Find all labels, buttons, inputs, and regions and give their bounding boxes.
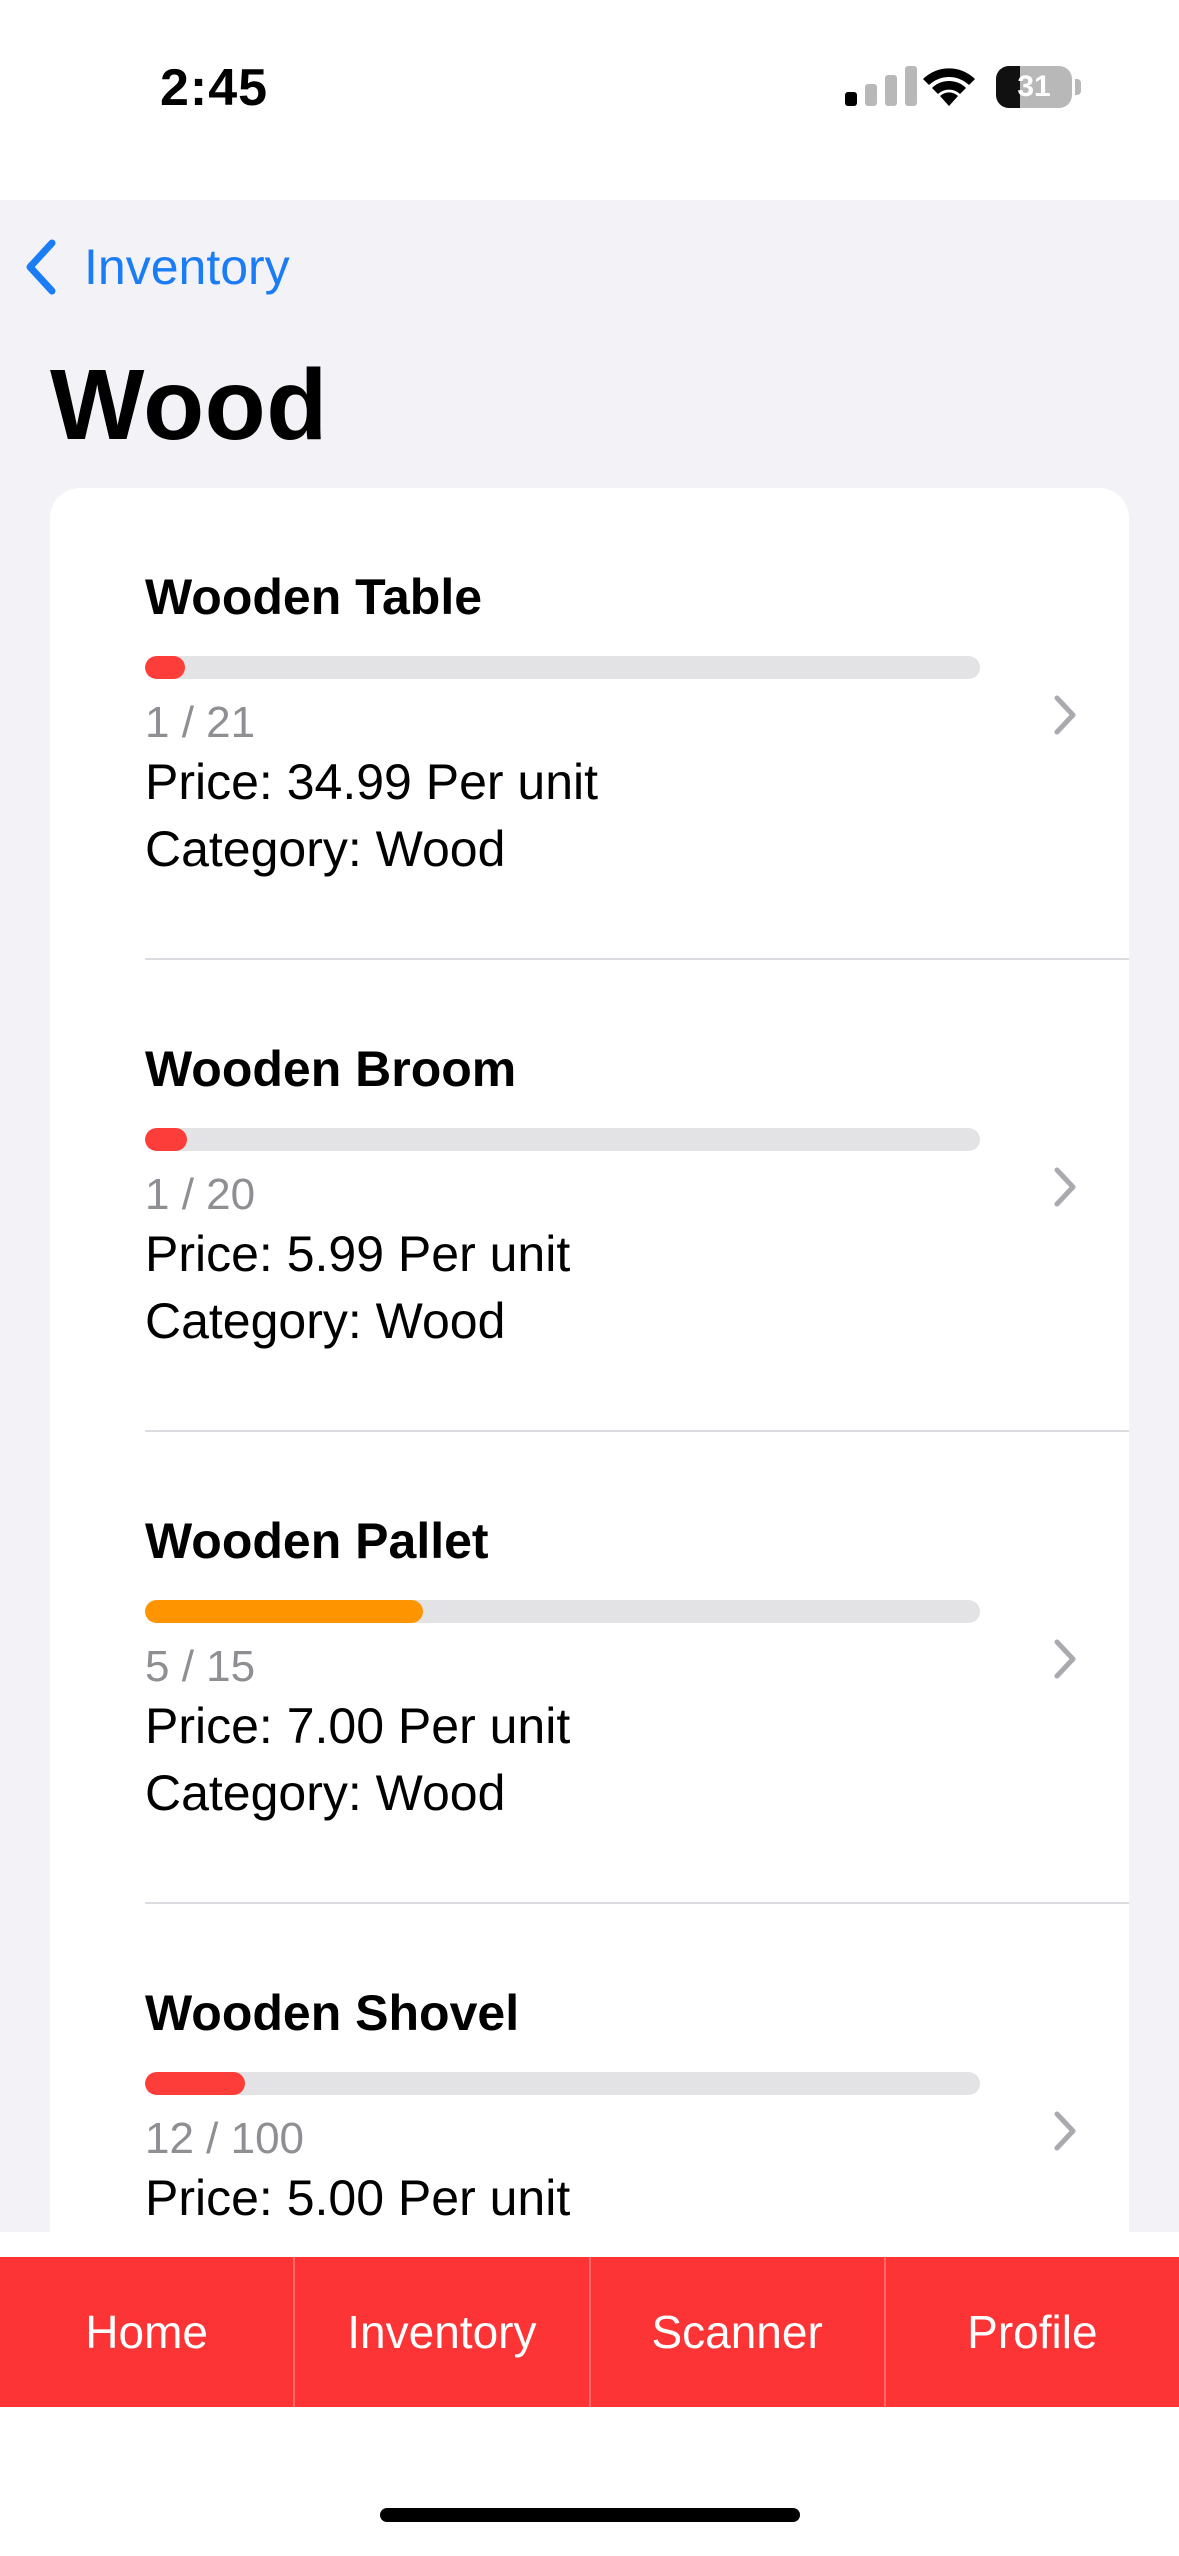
item-quantity: 1 / 21: [145, 698, 256, 747]
chevron-right-icon: [1054, 695, 1076, 735]
item-category: Category: Wood: [145, 821, 506, 877]
tab-bar: Home Inventory Scanner Profile: [0, 2257, 1179, 2407]
item-quantity: 5 / 15: [145, 1642, 256, 1691]
item-category: Category: Wood: [145, 1293, 506, 1349]
item-name: Wooden Broom: [145, 1041, 517, 1097]
inventory-list: Wooden Table 1 / 21 Price: 34.99 Per uni…: [50, 488, 1129, 2232]
stock-progress-bar: [145, 1600, 980, 1623]
stock-progress-bar: [145, 2072, 980, 2095]
battery-icon: 31: [996, 66, 1084, 108]
back-button-label: Inventory: [84, 239, 290, 295]
battery-level: 31: [1017, 70, 1051, 103]
cellular-signal-icon: [845, 66, 917, 106]
chevron-right-icon: [1054, 2111, 1076, 2151]
list-item[interactable]: Wooden Table 1 / 21 Price: 34.99 Per uni…: [50, 488, 1129, 960]
chevron-right-icon: [1054, 1639, 1076, 1679]
back-button[interactable]: Inventory: [22, 232, 290, 302]
list-item[interactable]: Wooden Pallet 5 / 15 Price: 7.00 Per uni…: [50, 1432, 1129, 1904]
tab-scanner[interactable]: Scanner: [591, 2257, 886, 2407]
item-name: Wooden Pallet: [145, 1513, 489, 1569]
list-item[interactable]: Wooden Shovel 12 / 100 Price: 5.00 Per u…: [50, 1904, 1129, 2232]
item-price: Price: 5.99 Per unit: [145, 1226, 571, 1282]
tab-profile[interactable]: Profile: [886, 2257, 1179, 2407]
chevron-right-icon: [1054, 1167, 1076, 1207]
item-name: Wooden Table: [145, 569, 483, 625]
item-category: Category: Wood: [145, 1765, 506, 1821]
item-price: Price: 34.99 Per unit: [145, 754, 599, 810]
home-indicator: [380, 2508, 800, 2522]
item-quantity: 1 / 20: [145, 1170, 256, 1219]
page-title: Wood: [50, 349, 328, 461]
status-time: 2:45: [160, 59, 269, 117]
item-quantity: 12 / 100: [145, 2114, 305, 2163]
tab-inventory[interactable]: Inventory: [295, 2257, 591, 2407]
chevron-left-icon: [26, 239, 56, 295]
status-bar: 2:45 31: [0, 0, 1179, 200]
main-content: Inventory Wood Wooden Table 1 / 21 Price…: [0, 200, 1179, 2232]
stock-progress-bar: [145, 656, 980, 679]
item-price: Price: 5.00 Per unit: [145, 2170, 571, 2226]
item-name: Wooden Shovel: [145, 1985, 520, 2041]
list-item[interactable]: Wooden Broom 1 / 20 Price: 5.99 Per unit…: [50, 960, 1129, 1432]
tab-home[interactable]: Home: [0, 2257, 296, 2407]
stock-progress-bar: [145, 1128, 980, 1151]
wifi-icon: [923, 68, 975, 106]
item-price: Price: 7.00 Per unit: [145, 1698, 571, 1754]
